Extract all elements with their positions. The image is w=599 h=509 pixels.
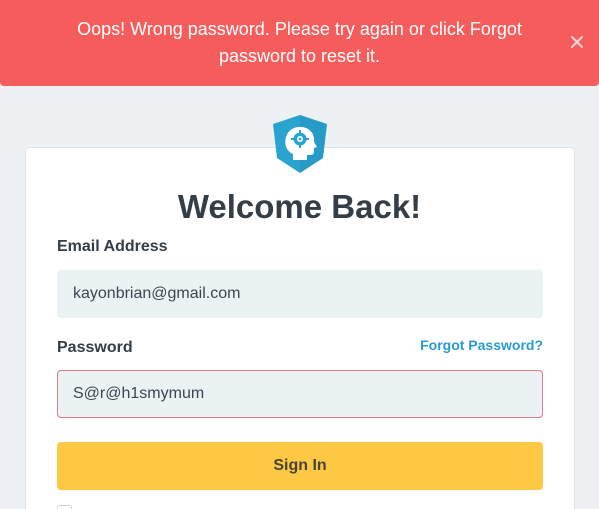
password-field[interactable]: S@r@h1smymum [57, 370, 543, 418]
email-label: Email Address [57, 238, 168, 255]
login-page: Oops! Wrong password. Please try again o… [0, 0, 599, 509]
close-alert-button[interactable] [569, 34, 585, 50]
sign-in-button[interactable]: Sign In [57, 442, 543, 490]
password-value: S@r@h1smymum [73, 385, 205, 402]
remember-me-checkbox[interactable] [57, 505, 72, 509]
email-field[interactable]: kayonbrian@gmail.com [57, 270, 543, 318]
password-label: Password [57, 339, 133, 356]
error-message: Oops! Wrong password. Please try again o… [77, 19, 522, 66]
error-alert: Oops! Wrong password. Please try again o… [0, 0, 599, 86]
page-title: Welcome Back! [177, 188, 422, 225]
sign-in-label: Sign In [273, 457, 327, 474]
brain-head-shield-logo [271, 114, 329, 174]
email-value: kayonbrian@gmail.com [73, 285, 241, 302]
forgot-password-link[interactable]: Forgot Password? [420, 337, 543, 353]
close-icon [571, 36, 583, 48]
